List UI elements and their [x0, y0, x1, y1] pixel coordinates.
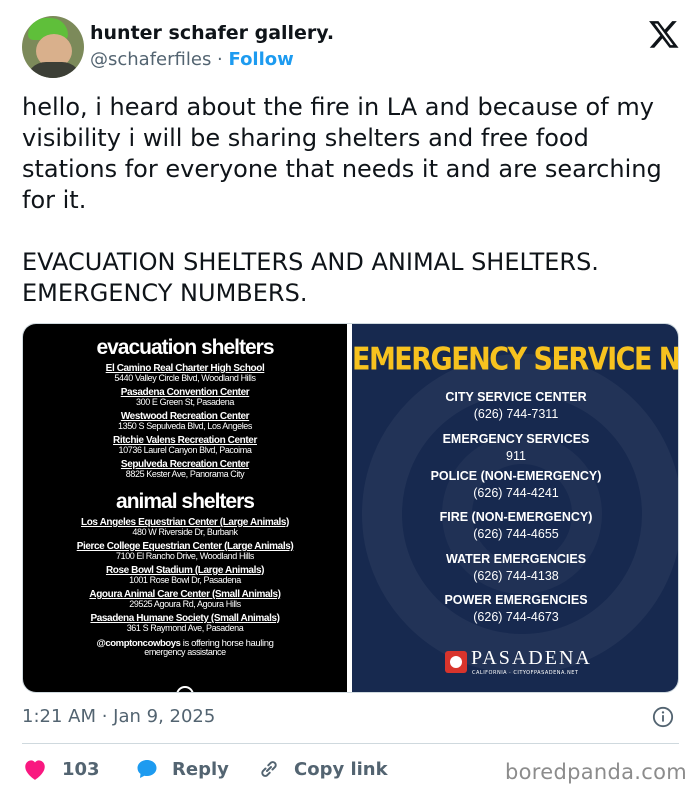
separator: · — [211, 49, 229, 70]
author-handle-row: @schaferfiles · Follow — [90, 49, 294, 70]
shelter-address: 361 S Raymond Ave, Pasadena — [126, 623, 244, 633]
shelter-entry: Sepulveda Recreation Center 8825 Kester A… — [23, 460, 347, 479]
watermark: boredpanda.com — [505, 760, 688, 784]
shelter-entry: Pasadena Humane Society (Small Animals) 3… — [23, 614, 347, 633]
service-item: CITY SERVICE CENTER (626) 744-7311 — [352, 390, 678, 421]
shelter-address: 5440 Valley Circle Blvd, Woodland Hills — [114, 373, 256, 383]
service-label: FIRE (NON-EMERGENCY) — [439, 510, 593, 524]
service-item: FIRE (NON-EMERGENCY) (626) 744-4655 — [352, 510, 678, 541]
pasadena-subtitle: CALIFORNIA · CITYOFPASADENA.NET — [472, 670, 579, 676]
x-logo-icon[interactable] — [648, 18, 680, 50]
service-label: EMERGENCY SERVICES — [442, 432, 590, 446]
tweet-paragraph-2: EVACUATION SHELTERS AND ANIMAL SHELTERS.… — [22, 248, 599, 307]
evacuation-list: El Camino Real Charter High School 5440 V… — [23, 364, 347, 479]
shelter-address: 29525 Agoura Rd, Agoura Hills — [129, 599, 241, 609]
reply-label: Reply — [172, 758, 229, 780]
tweet-text: hello, i heard about the fire in LA and … — [22, 92, 682, 309]
tweet-header: hunter schafer gallery. @schaferfiles · … — [22, 16, 682, 80]
shelter-address: 1001 Rose Bowl Dr, Pasadena — [129, 575, 241, 585]
service-item: WATER EMERGENCIES (626) 744-4138 — [352, 552, 678, 583]
copy-link-label: Copy link — [294, 758, 388, 780]
divider — [22, 743, 679, 744]
shelter-entry: Agoura Animal Care Center (Small Animals… — [23, 590, 347, 609]
author-handle[interactable]: @schaferfiles — [90, 49, 211, 70]
copy-link-button[interactable]: Copy link — [256, 755, 388, 783]
shelter-entry: Ritchie Valens Recreation Center 10736 La… — [23, 436, 347, 455]
service-item: EMERGENCY SERVICES 911 — [352, 432, 678, 463]
service-number: 911 — [506, 449, 526, 463]
shelter-entry: Los Angeles Equestrian Center (Large Ani… — [23, 518, 347, 537]
author-name[interactable]: hunter schafer gallery. — [90, 22, 334, 44]
service-item: POWER EMERGENCIES (626) 744-4673 — [352, 593, 678, 624]
avatar[interactable] — [22, 16, 84, 78]
animal-heading: animal shelters — [116, 490, 255, 513]
service-number: (626) 744-4673 — [473, 610, 559, 624]
partial-circle-icon — [176, 686, 194, 692]
shelter-entry: El Camino Real Charter High School 5440 V… — [23, 364, 347, 383]
service-item: POLICE (NON-EMERGENCY) (626) 744-4241 — [352, 469, 678, 500]
like-button[interactable]: 103 — [22, 755, 100, 783]
note-text-2: emergency assistance — [144, 647, 226, 657]
pasadena-rose-icon — [445, 651, 467, 673]
image-shelters[interactable]: evacuation shelters El Camino Real Chart… — [23, 324, 347, 692]
service-label: WATER EMERGENCIES — [445, 552, 587, 566]
info-icon[interactable] — [652, 706, 674, 728]
service-label: POLICE (NON-EMERGENCY) — [430, 469, 602, 483]
avatar-shirt — [26, 62, 82, 78]
service-number: (626) 744-4138 — [473, 569, 559, 583]
shelter-entry: Pierce College Equestrian Center (Large … — [23, 542, 347, 561]
animal-list: Los Angeles Equestrian Center (Large Ani… — [23, 518, 347, 657]
shelter-address: 480 W Riverside Dr, Burbank — [132, 527, 238, 537]
image-emergency-numbers[interactable]: EMERGENCY SERVICE NUMBERS CITY SERVICE C… — [352, 324, 679, 692]
heart-icon — [25, 760, 45, 780]
reply-bubble-icon — [137, 760, 157, 778]
service-number: (626) 744-4241 — [473, 486, 559, 500]
shelter-address: 1350 S Sepulveda Blvd, Los Angeles — [117, 421, 252, 431]
shelter-address: 7100 El Rancho Drive, Woodland Hills — [115, 551, 254, 561]
shelters-content: evacuation shelters El Camino Real Chart… — [23, 336, 347, 657]
shelter-address: 300 E Green St, Pasadena — [136, 397, 234, 407]
service-label: POWER EMERGENCIES — [444, 593, 588, 607]
shelter-address: 10736 Laurel Canyon Blvd, Pacoima — [118, 445, 252, 455]
shelter-entry: Rose Bowl Stadium (Large Animals) 1001 Ro… — [23, 566, 347, 585]
service-label: CITY SERVICE CENTER — [445, 390, 587, 404]
evacuation-heading: evacuation shelters — [96, 336, 274, 359]
link-icon — [261, 761, 277, 777]
shelter-entry: Westwood Recreation Center 1350 S Sepulve… — [23, 412, 347, 431]
pasadena-wordmark: PASADENA — [471, 647, 592, 669]
horse-hauling-note: @comptoncowboys is offering horse haulin… — [23, 639, 347, 657]
service-number: (626) 744-4655 — [473, 527, 559, 541]
shelter-address: 8825 Kester Ave, Panorama City — [125, 469, 245, 479]
emergency-banner: EMERGENCY SERVICE NUMBERS — [352, 342, 679, 378]
tweet-timestamp[interactable]: 1:21 AM · Jan 9, 2025 — [22, 706, 215, 727]
shelter-entry: Pasadena Convention Center 300 E Green St… — [23, 388, 347, 407]
tweet-media[interactable]: evacuation shelters El Camino Real Chart… — [22, 323, 679, 693]
pasadena-logo: PASADENA CALIFORNIA · CITYOFPASADENA.NET — [445, 647, 595, 677]
tweet-paragraph-1: hello, i heard about the fire in LA and … — [22, 93, 662, 214]
follow-button[interactable]: Follow — [229, 49, 294, 70]
service-number: (626) 744-7311 — [473, 407, 559, 421]
like-count: 103 — [62, 758, 100, 780]
reply-button[interactable]: Reply — [134, 755, 229, 783]
